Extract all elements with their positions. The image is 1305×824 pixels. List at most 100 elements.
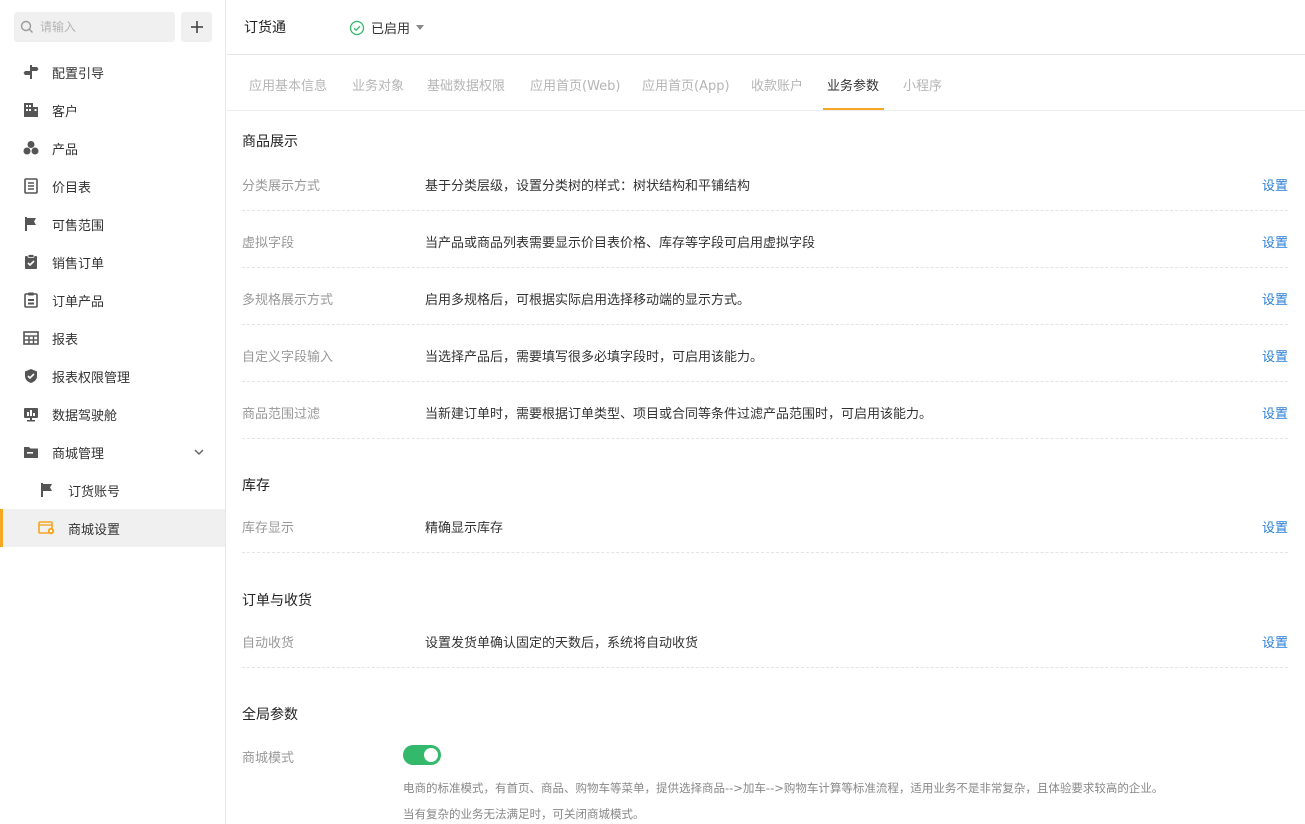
sidebar-item-product[interactable]: 产品	[0, 129, 225, 167]
setting-row: 分类展示方式 基于分类层级，设置分类树的样式：树状结构和平铺结构 设置	[242, 154, 1288, 211]
tab-base-data-permission[interactable]: 基础数据权限	[427, 75, 505, 94]
setting-label: 库存显示	[242, 521, 295, 536]
setting-link[interactable]: 设置	[1262, 232, 1288, 251]
sidebar-item-label: 数据驾驶舱	[52, 408, 118, 424]
setting-label: 分类展示方式	[242, 179, 321, 194]
sidebar-search-row	[14, 12, 212, 42]
setting-desc: 当新建订单时，需要根据订单类型、项目或合同等条件过滤产品范围时，可启用该能力。	[425, 407, 933, 422]
tab-home-app[interactable]: 应用首页(App)	[642, 75, 730, 94]
flag-icon	[22, 215, 40, 233]
setting-desc: 精确显示库存	[425, 521, 504, 536]
status-label: 已启用	[371, 22, 411, 37]
sidebar-item-label: 产品	[52, 142, 79, 158]
setting-link[interactable]: 设置	[1262, 517, 1288, 536]
dashboard-icon	[22, 405, 40, 423]
setting-link[interactable]: 设置	[1262, 289, 1288, 308]
sidebar-item-sales-order[interactable]: 销售订单	[0, 243, 225, 281]
tab-mini-program[interactable]: 小程序	[903, 75, 942, 94]
sidebar-item-label: 订单产品	[52, 294, 105, 310]
setting-desc: 当选择产品后，需要填写很多必填字段时，可启用该能力。	[425, 350, 764, 365]
setting-label: 自动收货	[242, 636, 295, 651]
document-list-icon	[22, 177, 40, 195]
shield-check-icon	[22, 367, 40, 385]
tab-app-basic-info[interactable]: 应用基本信息	[249, 75, 327, 94]
sidebar-item-label: 商城管理	[52, 446, 105, 462]
sidebar-item-label: 商城设置	[68, 522, 121, 538]
sidebar-item-label: 销售订单	[52, 256, 105, 272]
clipboard-list-icon	[22, 291, 40, 309]
sidebar-item-label: 可售范围	[52, 218, 105, 234]
sidebar-item-label: 报表权限管理	[52, 370, 131, 386]
search-input[interactable]	[40, 17, 170, 37]
sidebar-item-data-cockpit[interactable]: 数据驾驶舱	[0, 395, 225, 433]
sidebar-item-label: 价目表	[52, 180, 92, 196]
setting-desc: 启用多规格后，可根据实际启用选择移动端的显示方式。	[425, 293, 751, 308]
setting-row: 库存显示 精确显示库存 设置	[242, 496, 1288, 553]
sidebar-item-customer[interactable]: 客户	[0, 91, 225, 129]
tab-home-web[interactable]: 应用首页(Web)	[530, 75, 621, 94]
setting-desc: 当产品或商品列表需要显示价目表价格、库存等字段可启用虚拟字段	[425, 236, 816, 251]
page-title: 订货通	[244, 20, 286, 36]
sidebar-item-mall-settings[interactable]: 商城设置	[0, 509, 225, 547]
section-title-product-display: 商品展示	[242, 134, 298, 150]
sidebar-item-sale-scope[interactable]: 可售范围	[0, 205, 225, 243]
setting-link[interactable]: 设置	[1262, 346, 1288, 365]
sidebar-item-report[interactable]: 报表	[0, 319, 225, 357]
add-button[interactable]	[181, 12, 212, 42]
setting-link[interactable]: 设置	[1262, 632, 1288, 651]
sidebar-nav: 配置引导 客户 产品 价目表 可售范围 销售订单 订单产品 报表 报表权限管理 …	[0, 53, 225, 547]
search-box[interactable]	[14, 12, 175, 42]
tab-business-objects[interactable]: 业务对象	[352, 75, 404, 94]
mall-mode-note: 当有复杂的业务无法满足时，可关闭商城模式。	[403, 807, 645, 821]
setting-label: 自定义字段输入	[242, 350, 334, 365]
setting-row: 商品范围过滤 当新建订单时，需要根据订单类型、项目或合同等条件过滤产品范围时，可…	[242, 382, 1288, 439]
setting-label: 虚拟字段	[242, 236, 295, 251]
section-title-global: 全局参数	[242, 707, 298, 723]
sidebar-item-label: 客户	[52, 104, 79, 120]
sidebar-item-label: 报表	[52, 332, 79, 348]
setting-label: 商品范围过滤	[242, 407, 321, 422]
plus-icon	[190, 21, 203, 33]
setting-row: 自动收货 设置发货单确认固定的天数后，系统将自动收货 设置	[242, 611, 1288, 668]
setting-row: 自定义字段输入 当选择产品后，需要填写很多必填字段时，可启用该能力。 设置	[242, 325, 1288, 382]
table-icon	[22, 329, 40, 347]
section-title-order-receipt: 订单与收货	[242, 593, 312, 609]
setting-row: 多规格展示方式 启用多规格后，可根据实际启用选择移动端的显示方式。 设置	[242, 268, 1288, 325]
sidebar-item-label: 订货账号	[68, 484, 121, 500]
setting-row: 虚拟字段 当产品或商品列表需要显示价目表价格、库存等字段可启用虚拟字段 设置	[242, 211, 1288, 268]
search-icon	[20, 20, 33, 33]
mall-mode-label: 商城模式	[242, 751, 295, 766]
sidebar-item-config-guide[interactable]: 配置引导	[0, 53, 225, 91]
signpost-icon	[22, 63, 40, 81]
chevron-down-icon[interactable]	[193, 446, 205, 458]
app-header: 订货通 已启用	[227, 0, 1305, 55]
caret-down-icon	[416, 24, 425, 30]
sidebar-item-label: 配置引导	[52, 66, 105, 82]
clipboard-check-icon	[22, 253, 40, 271]
building-icon	[22, 101, 40, 119]
setting-desc: 设置发货单确认固定的天数后，系统将自动收货	[425, 636, 699, 651]
mall-mode-toggle[interactable]	[403, 745, 441, 765]
mall-mode-desc: 电商的标准模式，有首页、商品、购物车等菜单，提供选择商品-->加车-->购物车计…	[403, 781, 1164, 795]
toggle-knob	[424, 748, 438, 762]
tab-business-params[interactable]: 业务参数	[827, 75, 879, 94]
sidebar-item-order-account[interactable]: 订货账号	[0, 471, 225, 509]
active-tab-indicator	[823, 108, 884, 110]
status-dropdown[interactable]: 已启用	[349, 18, 425, 37]
sidebar-item-price-list[interactable]: 价目表	[0, 167, 225, 205]
sidebar-item-order-product[interactable]: 订单产品	[0, 281, 225, 319]
check-circle-icon	[349, 20, 365, 35]
sidebar-item-report-permission[interactable]: 报表权限管理	[0, 357, 225, 395]
flag-icon	[38, 481, 56, 499]
setting-link[interactable]: 设置	[1262, 175, 1288, 194]
section-title-inventory: 库存	[242, 478, 270, 494]
cubes-icon	[22, 139, 40, 157]
store-settings-icon	[38, 519, 56, 537]
setting-label: 多规格展示方式	[242, 293, 334, 308]
folder-icon	[22, 443, 40, 461]
setting-link[interactable]: 设置	[1262, 403, 1288, 422]
tab-bar: 应用基本信息 业务对象 基础数据权限 应用首页(Web) 应用首页(App) 收…	[227, 55, 1305, 111]
setting-desc: 基于分类层级，设置分类树的样式：树状结构和平铺结构	[425, 179, 751, 194]
tab-payment-account[interactable]: 收款账户	[751, 75, 803, 94]
sidebar-item-mall-management[interactable]: 商城管理	[0, 433, 225, 471]
